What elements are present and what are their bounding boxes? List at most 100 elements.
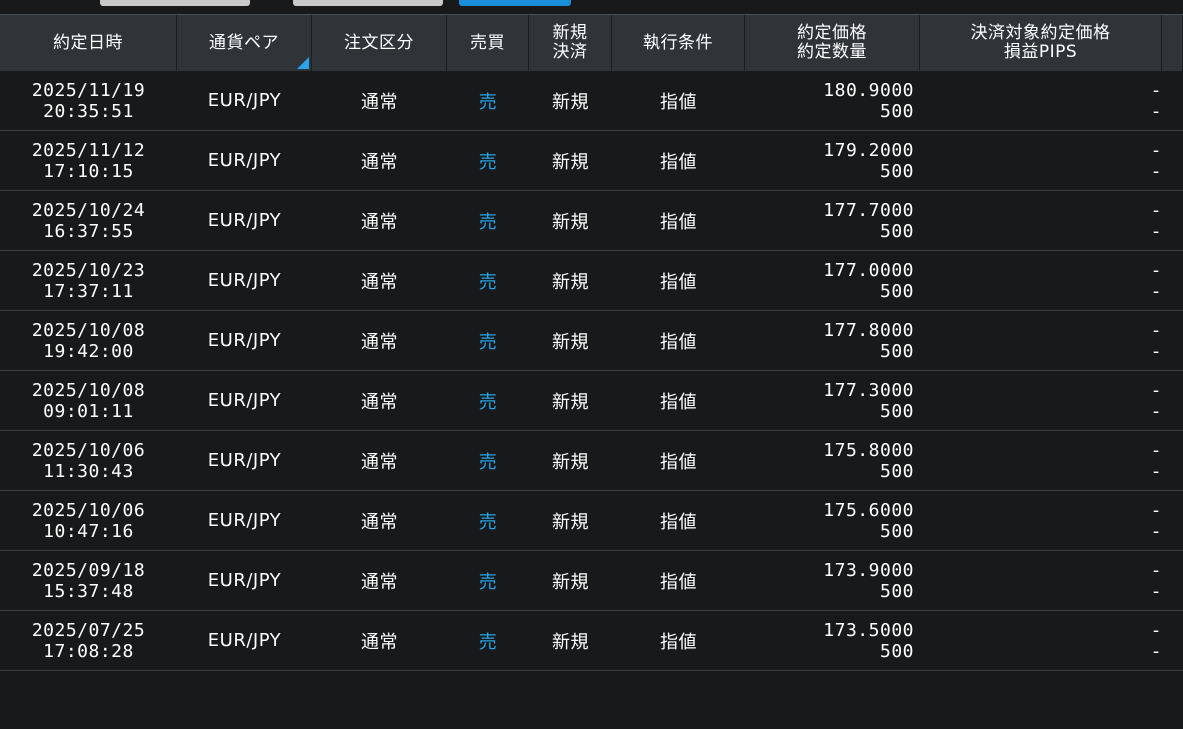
settle-price-text: -: [1150, 139, 1162, 161]
order-type-text: 通常: [361, 151, 398, 173]
exec-cond-text: 指値: [660, 451, 697, 473]
cell-new-settle: 新規: [529, 251, 612, 310]
exec-cond-text: 指値: [660, 91, 697, 113]
side-text: 売: [478, 631, 498, 653]
price-text: 180.9000: [823, 79, 914, 101]
pips-text: -: [1150, 280, 1162, 302]
side-text: 売: [478, 571, 498, 593]
cell-price-qty: 175.6000 500: [745, 491, 920, 550]
datetime-date: 2025/10/23: [31, 259, 146, 281]
settle-price-text: -: [1150, 259, 1162, 281]
cell-price-qty: 177.7000 500: [745, 191, 920, 250]
price-text: 173.9000: [823, 559, 914, 581]
price-text: 177.8000: [823, 319, 914, 341]
datetime-date: 2025/11/19: [31, 79, 146, 101]
new-settle-text: 新規: [552, 271, 589, 293]
datetime-time: 20:35:51: [43, 100, 134, 122]
header-datetime[interactable]: 約定日時: [0, 15, 177, 71]
execution-history-table: 約定日時 通貨ペア 注文区分 売買 新規 決済 執行条件 約定価格 約定数量 決…: [0, 14, 1183, 671]
table-row[interactable]: 2025/10/06 11:30:43 EUR/JPY 通常 売 新規 指値 1…: [0, 431, 1183, 491]
exec-cond-text: 指値: [660, 211, 697, 233]
table-row[interactable]: 2025/11/19 20:35:51 EUR/JPY 通常 売 新規 指値 1…: [0, 71, 1183, 131]
header-price-qty[interactable]: 約定価格 約定数量: [745, 15, 920, 71]
cell-extra: [1162, 251, 1183, 310]
datetime-date: 2025/09/18: [31, 559, 146, 581]
table-row[interactable]: 2025/11/12 17:10:15 EUR/JPY 通常 売 新規 指値 1…: [0, 131, 1183, 191]
table-row[interactable]: 2025/10/23 17:37:11 EUR/JPY 通常 売 新規 指値 1…: [0, 251, 1183, 311]
pair-text: EUR/JPY: [207, 630, 282, 651]
toolbar-button-1[interactable]: [100, 0, 250, 6]
pair-text: EUR/JPY: [207, 330, 282, 351]
header-order-type[interactable]: 注文区分: [312, 15, 447, 71]
order-type-text: 通常: [361, 211, 398, 233]
cell-pair: EUR/JPY: [177, 551, 312, 610]
header-order-type-label: 注文区分: [344, 32, 414, 53]
header-settle-price-label: 決済対象約定価格: [970, 23, 1111, 43]
cell-order-type: 通常: [312, 431, 447, 490]
cell-datetime: 2025/10/06 11:30:43: [0, 431, 177, 490]
new-settle-text: 新規: [552, 451, 589, 473]
pair-text: EUR/JPY: [207, 210, 282, 231]
cell-pair: EUR/JPY: [177, 71, 312, 130]
cell-price-qty: 175.8000 500: [745, 431, 920, 490]
header-pips-label: 損益PIPS: [1003, 42, 1078, 62]
cell-price-qty: 173.5000 500: [745, 611, 920, 670]
datetime-time: 16:37:55: [43, 220, 134, 242]
exec-cond-text: 指値: [660, 271, 697, 293]
cell-exec-cond: 指値: [612, 71, 745, 130]
header-extra: [1162, 15, 1183, 71]
cell-settle-pips: - -: [920, 131, 1162, 190]
new-settle-text: 新規: [552, 571, 589, 593]
cell-datetime: 2025/10/08 19:42:00: [0, 311, 177, 370]
table-row[interactable]: 2025/10/24 16:37:55 EUR/JPY 通常 売 新規 指値 1…: [0, 191, 1183, 251]
cell-pair: EUR/JPY: [177, 251, 312, 310]
table-row[interactable]: 2025/10/08 19:42:00 EUR/JPY 通常 売 新規 指値 1…: [0, 311, 1183, 371]
table-row[interactable]: 2025/07/25 17:08:28 EUR/JPY 通常 売 新規 指値 1…: [0, 611, 1183, 671]
cell-settle-pips: - -: [920, 71, 1162, 130]
cell-side: 売: [447, 371, 529, 430]
cell-new-settle: 新規: [529, 71, 612, 130]
cell-price-qty: 173.9000 500: [745, 551, 920, 610]
header-exec-cond[interactable]: 執行条件: [612, 15, 745, 71]
table-row[interactable]: 2025/10/08 09:01:11 EUR/JPY 通常 売 新規 指値 1…: [0, 371, 1183, 431]
qty-text: 500: [879, 220, 914, 242]
cell-settle-pips: - -: [920, 311, 1162, 370]
price-text: 177.3000: [823, 379, 914, 401]
cell-new-settle: 新規: [529, 311, 612, 370]
table-row[interactable]: 2025/10/06 10:47:16 EUR/JPY 通常 売 新規 指値 1…: [0, 491, 1183, 551]
datetime-date: 2025/10/08: [31, 319, 146, 341]
cell-side: 売: [447, 611, 529, 670]
pips-text: -: [1150, 640, 1162, 662]
cell-datetime: 2025/10/06 10:47:16: [0, 491, 177, 550]
pips-text: -: [1150, 100, 1162, 122]
header-side[interactable]: 売買: [447, 15, 529, 71]
header-new-settle[interactable]: 新規 決済: [529, 15, 612, 71]
qty-text: 500: [879, 640, 914, 662]
header-datetime-label: 約定日時: [53, 32, 123, 53]
toolbar-button-2[interactable]: [293, 0, 443, 6]
cell-pair: EUR/JPY: [177, 491, 312, 550]
header-settle-pips[interactable]: 決済対象約定価格 損益PIPS: [920, 15, 1162, 71]
datetime-date: 2025/10/08: [31, 379, 146, 401]
side-text: 売: [478, 451, 498, 473]
header-pair[interactable]: 通貨ペア: [177, 15, 312, 71]
table-header: 約定日時 通貨ペア 注文区分 売買 新規 決済 執行条件 約定価格 約定数量 決…: [0, 14, 1183, 71]
cell-price-qty: 177.8000 500: [745, 311, 920, 370]
cell-extra: [1162, 131, 1183, 190]
side-text: 売: [478, 331, 498, 353]
toolbar-button-primary[interactable]: [459, 0, 571, 6]
cell-datetime: 2025/09/18 15:37:48: [0, 551, 177, 610]
cell-extra: [1162, 491, 1183, 550]
cell-order-type: 通常: [312, 311, 447, 370]
side-text: 売: [478, 271, 498, 293]
table-row[interactable]: 2025/09/18 15:37:48 EUR/JPY 通常 売 新規 指値 1…: [0, 551, 1183, 611]
side-text: 売: [478, 91, 498, 113]
cell-order-type: 通常: [312, 551, 447, 610]
cell-settle-pips: - -: [920, 611, 1162, 670]
cell-pair: EUR/JPY: [177, 131, 312, 190]
cell-side: 売: [447, 311, 529, 370]
cell-order-type: 通常: [312, 131, 447, 190]
side-text: 売: [478, 151, 498, 173]
pips-text: -: [1150, 520, 1162, 542]
cell-pair: EUR/JPY: [177, 191, 312, 250]
